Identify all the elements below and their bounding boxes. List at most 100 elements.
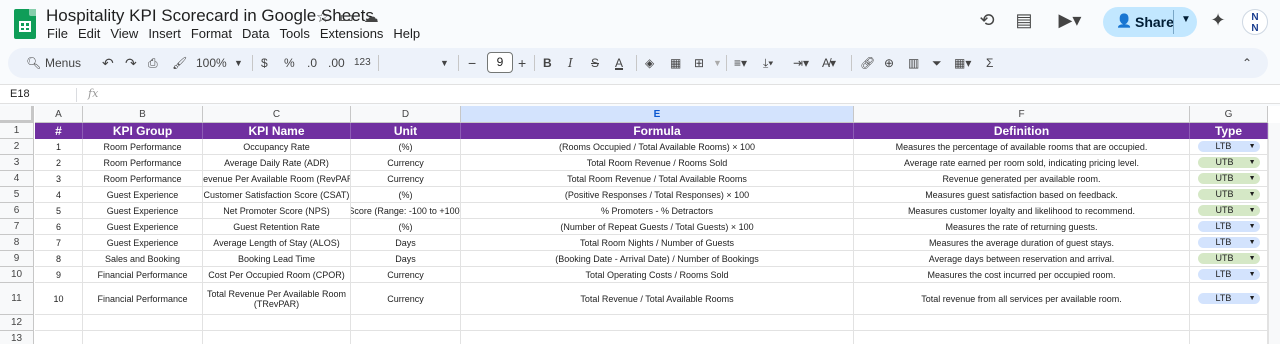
vertical-align-icon[interactable]: ⤓▾ — [763, 55, 773, 71]
font-size-input[interactable]: 9 — [487, 52, 513, 73]
empty-cell[interactable] — [83, 331, 203, 344]
type-dropdown-chip[interactable]: LTB ▼ — [1197, 269, 1260, 280]
cell-formula[interactable]: (Positive Responses / Total Responses) ×… — [461, 187, 854, 203]
cell-num[interactable]: 7 — [35, 235, 83, 251]
cell-num[interactable]: 5 — [35, 203, 83, 219]
cell-num[interactable]: 9 — [35, 267, 83, 283]
functions-icon[interactable]: Σ — [986, 55, 993, 71]
vertical-scrollbar[interactable] — [1268, 123, 1280, 344]
cell-definition[interactable]: Average rate earned per room sold, indic… — [854, 155, 1190, 171]
share-dropdown-icon[interactable]: ▼ — [1181, 14, 1191, 25]
cell-kpi-group[interactable]: Room Performance — [83, 139, 203, 155]
cell-kpi-name[interactable]: Occupancy Rate — [203, 139, 351, 155]
insert-link-icon[interactable]: 🔗︎ — [860, 55, 875, 71]
cell-kpi-group[interactable]: Guest Experience — [83, 219, 203, 235]
cell-kpi-group[interactable]: Guest Experience — [83, 203, 203, 219]
text-color-icon[interactable]: A — [615, 55, 623, 71]
paint-format-icon[interactable]: 🖌︎ — [172, 55, 187, 71]
empty-cell[interactable] — [35, 315, 83, 331]
empty-cell[interactable] — [1190, 315, 1268, 331]
cell-unit[interactable]: (%) — [351, 139, 461, 155]
cell-type[interactable]: LTB ▼ — [1190, 219, 1268, 235]
cell-unit[interactable]: Currency — [351, 283, 461, 315]
table-header-unit[interactable]: Unit — [351, 123, 461, 139]
cell-kpi-name[interactable]: Net Promoter Score (NPS) — [203, 203, 351, 219]
cell-type[interactable]: UTB ▼ — [1190, 187, 1268, 203]
search-menus-icon[interactable]: 🔍︎ — [26, 55, 41, 71]
text-rotation-icon[interactable]: A̸▾ — [822, 55, 836, 71]
merge-dropdown-icon[interactable]: ▼ — [713, 55, 722, 71]
menu-edit[interactable]: Edit — [73, 26, 105, 41]
search-menus[interactable]: Menus — [45, 55, 81, 71]
decrease-font-size-icon[interactable]: − — [468, 55, 476, 71]
cell-kpi-name[interactable]: Average Daily Rate (ADR) — [203, 155, 351, 171]
empty-cell[interactable] — [461, 331, 854, 344]
collapse-toolbar-icon[interactable]: ⌃ — [1242, 55, 1252, 71]
cell-formula[interactable]: % Promoters - % Detractors — [461, 203, 854, 219]
menu-view[interactable]: View — [105, 26, 143, 41]
row-header-12[interactable]: 12 — [0, 315, 34, 331]
row-header-5[interactable]: 5 — [0, 187, 34, 203]
cell-definition[interactable]: Total revenue from all services per avai… — [854, 283, 1190, 315]
type-dropdown-chip[interactable]: LTB ▼ — [1197, 221, 1260, 232]
number-format-button[interactable]: 123 — [354, 55, 371, 71]
cell-unit[interactable]: Currency — [351, 171, 461, 187]
cell-definition[interactable]: Measures customer loyalty and likelihood… — [854, 203, 1190, 219]
cell-formula[interactable]: (Booking Date - Arrival Date) / Number o… — [461, 251, 854, 267]
type-dropdown-chip[interactable]: LTB ▼ — [1197, 293, 1260, 304]
table-header-kpi-group[interactable]: KPI Group — [83, 123, 203, 139]
column-header-c[interactable]: C — [203, 106, 351, 123]
cell-type[interactable]: LTB ▼ — [1190, 139, 1268, 155]
strikethrough-icon[interactable]: S — [591, 55, 599, 71]
sheets-logo-icon[interactable] — [14, 9, 36, 39]
move-folder-icon[interactable]: ▭ — [339, 8, 353, 26]
table-header-kpi-name[interactable]: KPI Name — [203, 123, 351, 139]
insert-chart-icon[interactable]: ▥ — [908, 55, 919, 71]
empty-cell[interactable] — [351, 331, 461, 344]
cell-kpi-group[interactable]: Financial Performance — [83, 283, 203, 315]
name-box[interactable]: E18 — [10, 88, 30, 100]
empty-cell[interactable] — [854, 331, 1190, 344]
type-dropdown-chip[interactable]: UTB ▼ — [1197, 189, 1260, 200]
decrease-decimal-button[interactable]: .0 — [307, 55, 317, 71]
cell-formula[interactable]: (Number of Repeat Guests / Total Guests)… — [461, 219, 854, 235]
row-header-13[interactable]: 13 — [0, 331, 34, 344]
increase-font-size-icon[interactable]: + — [518, 55, 526, 71]
font-dropdown-icon[interactable]: ▼ — [440, 55, 449, 71]
cell-num[interactable]: 4 — [35, 187, 83, 203]
cell-num[interactable]: 1 — [35, 139, 83, 155]
cell-type[interactable]: UTB ▼ — [1190, 251, 1268, 267]
cell-type[interactable]: UTB ▼ — [1190, 155, 1268, 171]
cell-definition[interactable]: Measures the rate of returning guests. — [854, 219, 1190, 235]
select-all-corner[interactable] — [0, 106, 34, 123]
percent-format-button[interactable]: % — [284, 55, 295, 71]
row-header-2[interactable]: 2 — [0, 139, 34, 155]
version-history-icon[interactable]: ⟲ — [975, 8, 999, 32]
menu-tools[interactable]: Tools — [274, 26, 314, 41]
menu-data[interactable]: Data — [237, 26, 274, 41]
column-header-b[interactable]: B — [83, 106, 203, 123]
bold-icon[interactable]: B — [543, 55, 552, 71]
cell-type[interactable]: LTB ▼ — [1190, 267, 1268, 283]
row-header-10[interactable]: 10 — [0, 267, 34, 283]
cell-unit[interactable]: (%) — [351, 187, 461, 203]
type-dropdown-chip[interactable]: UTB ▼ — [1197, 157, 1260, 168]
empty-cell[interactable] — [83, 315, 203, 331]
cell-num[interactable]: 6 — [35, 219, 83, 235]
cell-definition[interactable]: Measures the percentage of available roo… — [854, 139, 1190, 155]
cell-formula[interactable]: Total Revenue / Total Available Rooms — [461, 283, 854, 315]
table-header-type[interactable]: Type — [1190, 123, 1268, 139]
empty-cell[interactable] — [854, 315, 1190, 331]
cell-kpi-name[interactable]: Cost Per Occupied Room (CPOR) — [203, 267, 351, 283]
menu-help[interactable]: Help — [388, 26, 425, 41]
cell-kpi-name[interactable]: Total Revenue Per Available Room (TRevPA… — [203, 283, 351, 315]
meet-video-icon[interactable]: ▶▾ — [1052, 8, 1088, 32]
row-header-4[interactable]: 4 — [0, 171, 34, 187]
cell-kpi-group[interactable]: Room Performance — [83, 155, 203, 171]
menu-insert[interactable]: Insert — [143, 26, 186, 41]
cell-definition[interactable]: Measures the average duration of guest s… — [854, 235, 1190, 251]
increase-decimal-button[interactable]: .00 — [328, 55, 345, 71]
row-header-11[interactable]: 11 — [0, 283, 34, 315]
menu-extensions[interactable]: Extensions — [315, 26, 389, 41]
column-header-a[interactable]: A — [35, 106, 83, 123]
